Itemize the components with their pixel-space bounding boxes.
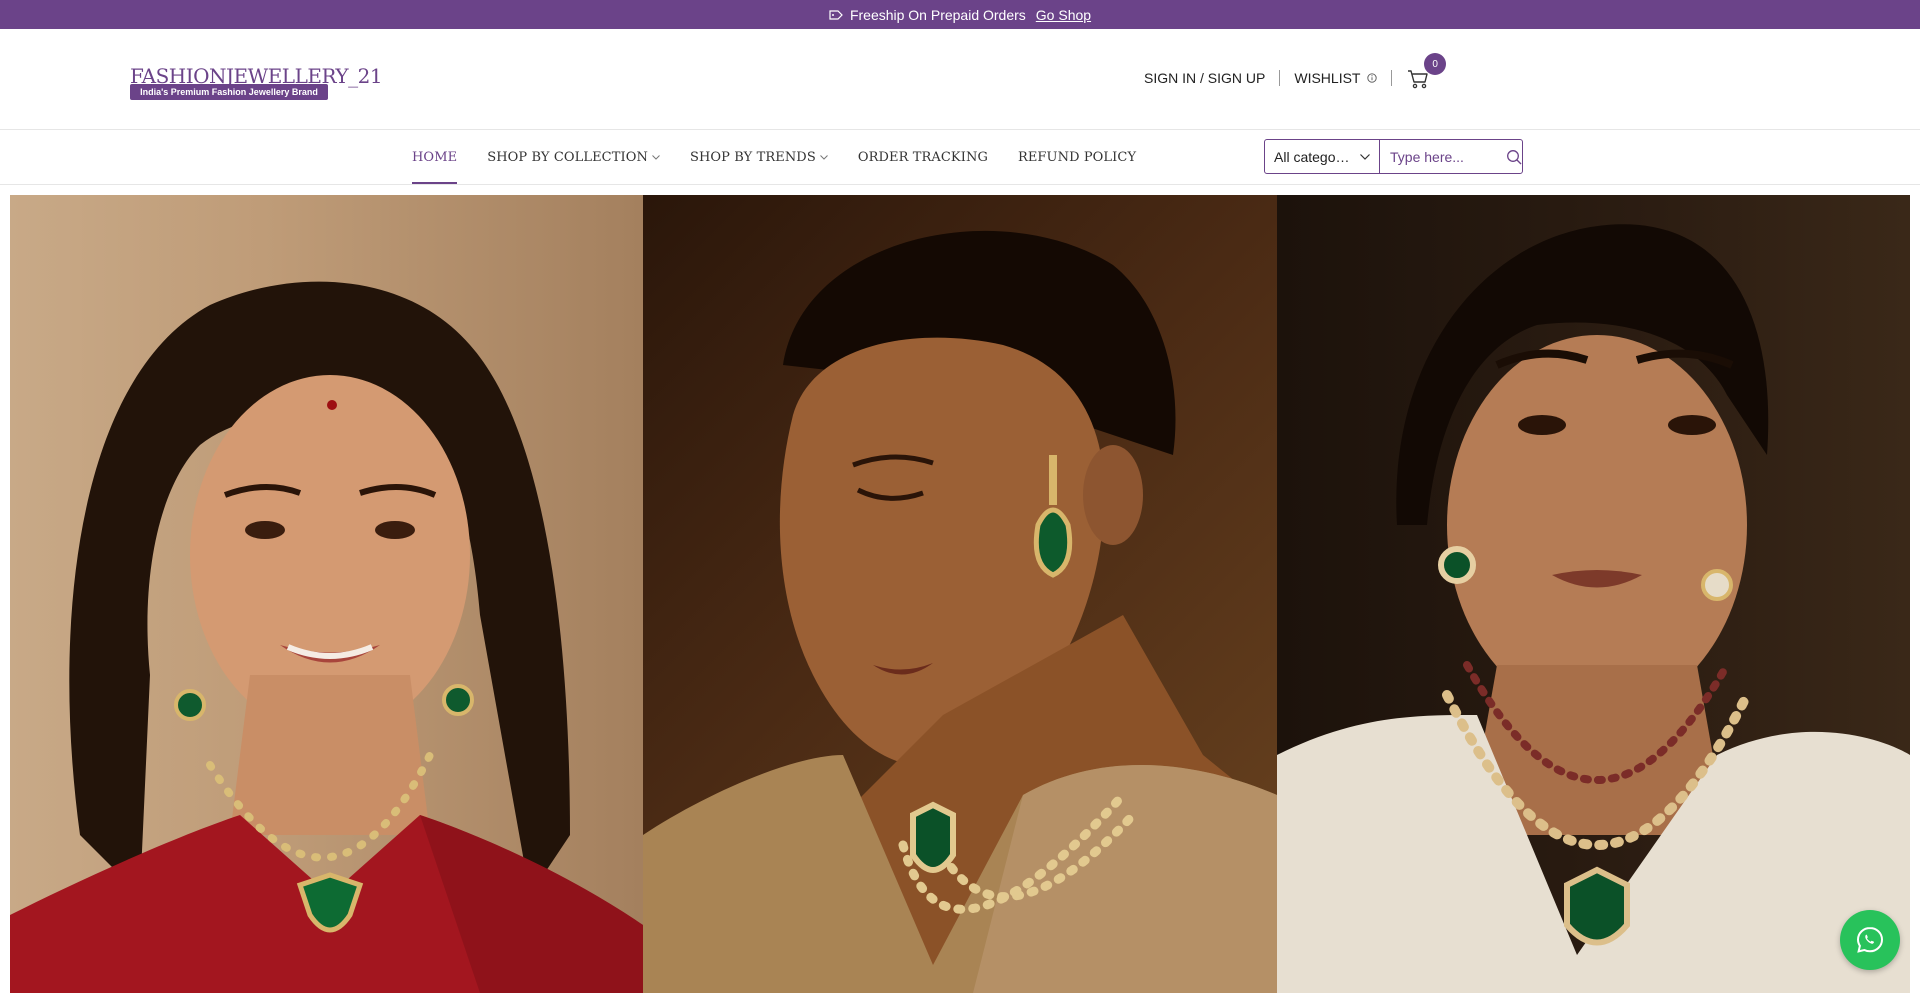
nav-item-label: ORDER TRACKING: [857, 149, 988, 165]
divider: [1279, 70, 1281, 86]
cart-count-badge: 0: [1424, 53, 1447, 75]
nav-item-label: SHOP BY COLLECTION: [487, 149, 648, 165]
nav-item-shop-by-collection[interactable]: SHOP BY COLLECTION: [487, 130, 660, 184]
nav-item-label: REFUND POLICY: [1017, 149, 1137, 165]
hero-image-model-gold-saree: [643, 195, 1277, 993]
hero-banner[interactable]: [10, 195, 1910, 993]
brand-logo[interactable]: FASHIONJEWELLERY_21 India's Premium Fash…: [130, 64, 383, 102]
hero-image-model-red-saree: [10, 195, 643, 993]
category-select-value: All categories: [1274, 148, 1354, 165]
nav-menu: HOME SHOP BY COLLECTION SHOP BY TRENDS O…: [412, 130, 1166, 184]
wishlist-label: WISHLIST: [1294, 70, 1361, 86]
search-bar: All categories: [1264, 139, 1523, 174]
nav-item-shop-by-trends[interactable]: SHOP BY TRENDS: [690, 130, 828, 184]
nav-item-label: SHOP BY TRENDS: [689, 149, 816, 165]
brand-tagline: India's Premium Fashion Jewellery Brand: [130, 84, 328, 100]
tag-icon: [829, 9, 843, 20]
whatsapp-chat-button[interactable]: [1840, 910, 1900, 970]
search-icon: [1506, 149, 1521, 164]
search-button[interactable]: [1505, 140, 1522, 173]
site-header: FASHIONJEWELLERY_21 India's Premium Fash…: [0, 29, 1920, 130]
promo-text: Freeship On Prepaid Orders: [849, 6, 1026, 23]
sign-in-link[interactable]: SIGN IN / SIGN UP: [1144, 70, 1265, 86]
category-select[interactable]: All categories: [1265, 140, 1380, 173]
chevron-down-icon: [652, 154, 660, 160]
header-links: SIGN IN / SIGN UP WISHLIST 0: [1144, 53, 1447, 91]
divider: [1391, 70, 1393, 86]
nav-item-label: HOME: [412, 149, 458, 165]
chevron-down-icon: [1360, 153, 1370, 160]
nav-item-home[interactable]: HOME: [412, 130, 458, 184]
announcement-bar: Freeship On Prepaid Orders Go Shop: [0, 0, 1920, 29]
nav-item-order-tracking[interactable]: ORDER TRACKING: [858, 130, 988, 184]
info-icon: [1367, 73, 1377, 83]
hero-image-model-ivory-blouse: [1277, 195, 1910, 993]
go-shop-link[interactable]: Go Shop: [1036, 7, 1091, 23]
wishlist-link[interactable]: WISHLIST: [1294, 70, 1377, 86]
cart-button[interactable]: 0: [1406, 53, 1447, 91]
search-input[interactable]: [1380, 140, 1505, 173]
nav-item-refund-policy[interactable]: REFUND POLICY: [1018, 130, 1136, 184]
main-nav: HOME SHOP BY COLLECTION SHOP BY TRENDS O…: [0, 130, 1920, 185]
whatsapp-icon: [1856, 926, 1884, 953]
chevron-down-icon: [819, 154, 828, 160]
